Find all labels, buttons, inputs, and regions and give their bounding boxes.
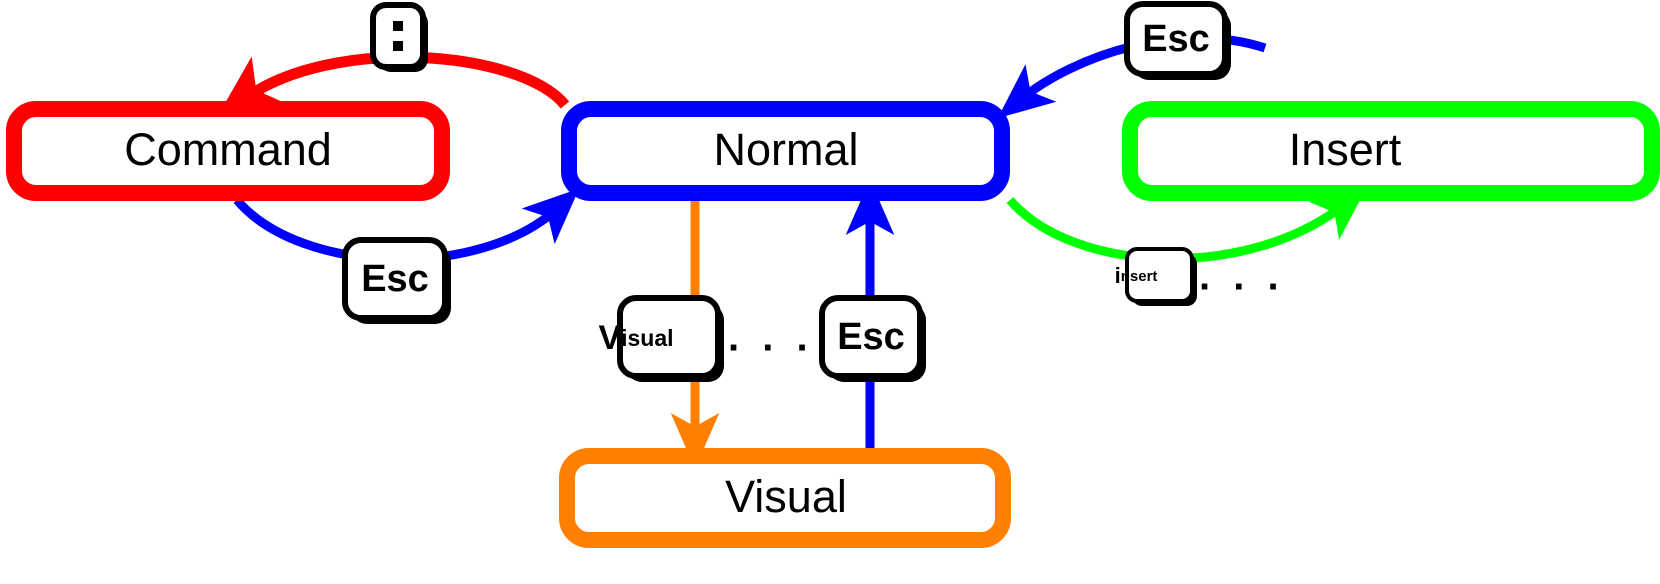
colon-dot-upper [393, 21, 403, 31]
ellipsis-insert: . . . [1199, 255, 1285, 299]
mode-label-normal: Normal [713, 124, 858, 175]
colon-dot-lower [393, 41, 403, 51]
mode-box-visual[interactable]: Visual [559, 448, 1011, 548]
keycap-colon-face [370, 2, 426, 70]
mode-box-command[interactable]: Command [6, 101, 450, 201]
keycap-visual-lead: V [598, 319, 621, 357]
diagram-canvas: Command Normal Insert Visual : Esc [6, 1, 1660, 548]
keycap-colon[interactable]: : [370, 2, 428, 72]
keycap-visual[interactable]: Visual [598, 295, 724, 382]
mode-box-normal[interactable]: Normal [561, 101, 1010, 201]
keycap-visual-rest: isual [621, 325, 673, 351]
mode-label-visual: Visual [725, 471, 847, 522]
mode-box-insert[interactable]: Insert [1122, 101, 1660, 201]
keycap-esc-command-to-normal[interactable]: Esc [342, 237, 451, 324]
keycap-esc-cmd-label: Esc [361, 258, 429, 300]
keycap-insert-rest: nsert [1121, 268, 1158, 285]
keycap-insert[interactable]: insert [1115, 247, 1197, 306]
keycap-esc-visual-label: Esc [837, 316, 905, 358]
vim-mode-diagram: Command Normal Insert Visual : Esc [0, 0, 1660, 584]
keycap-esc-insert-label: Esc [1142, 18, 1210, 60]
keycap-esc-insert-to-normal[interactable]: Esc [1124, 1, 1231, 80]
mode-label-insert: Insert [1289, 124, 1402, 175]
ellipsis-visual: . . . [728, 316, 814, 360]
mode-label-command: Command [124, 124, 332, 175]
keycap-esc-visual-to-normal[interactable]: Esc [819, 295, 926, 382]
